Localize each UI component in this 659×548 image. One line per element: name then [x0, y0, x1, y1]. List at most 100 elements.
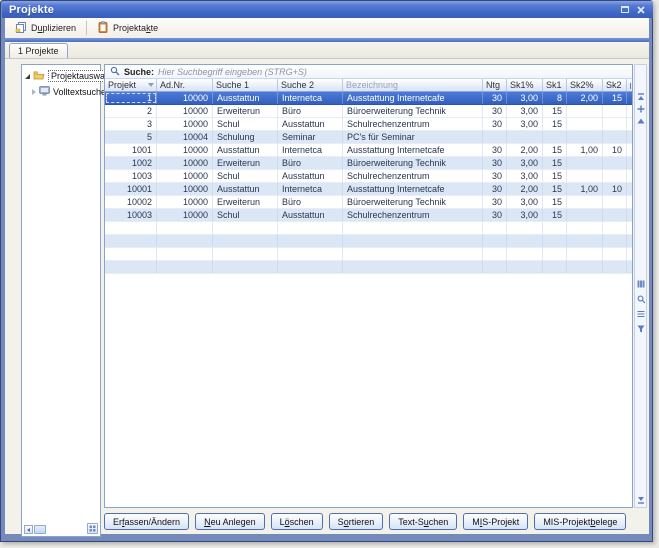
cell-suche-2[interactable] — [278, 235, 343, 247]
table-row[interactable]: 1000110000AusstattunInternetcaAusstattun… — [105, 183, 632, 196]
column-header-sk2-[interactable]: Sk2% — [567, 79, 603, 91]
cell-ntg[interactable]: 30 — [483, 183, 507, 195]
cell-sk2[interactable] — [603, 222, 627, 234]
cell-sk1[interactable]: 8 — [543, 92, 567, 104]
cell-sk2[interactable] — [603, 261, 627, 273]
cell-sk2[interactable]: 10 — [603, 183, 627, 195]
cell-sk1[interactable]: 15 — [543, 170, 567, 182]
cell-projekt[interactable]: 10003 — [105, 209, 157, 221]
cell-ad-nr-[interactable] — [157, 261, 213, 273]
cell-bezeichnung[interactable]: Schulrechenzentrum — [343, 209, 483, 221]
cell-bezeichnung[interactable]: Ausstattung Internetcafe — [343, 92, 483, 104]
table-row[interactable]: 310000SchulAusstattunSchulrechenzentrum3… — [105, 118, 632, 131]
tree-corner-button[interactable] — [87, 523, 98, 534]
cell-sk1[interactable]: 15 — [543, 196, 567, 208]
scroll-bottom-icon[interactable] — [636, 495, 646, 505]
cell-ad-nr-[interactable] — [157, 222, 213, 234]
cell-ad-nr-[interactable]: 10000 — [157, 196, 213, 208]
cell-bezeichnung[interactable]: Ausstattung Internetcafe — [343, 183, 483, 195]
titlebar[interactable]: Projekte — [2, 1, 653, 18]
table-row[interactable]: 1000310000SchulAusstattunSchulrechenzent… — [105, 209, 632, 222]
cell-suche-1[interactable] — [213, 235, 278, 247]
cell-sk1[interactable] — [543, 248, 567, 260]
cell-suche-1[interactable]: Ausstattun — [213, 92, 278, 104]
cell-suche-2[interactable]: Büro — [278, 105, 343, 117]
table-row[interactable]: 100210000ErweiterunBüroBüroerweiterung T… — [105, 157, 632, 170]
projektakte-button[interactable]: Projektakte — [91, 18, 164, 38]
collapsed-arrow-icon[interactable] — [32, 89, 36, 95]
empty-row[interactable] — [105, 235, 632, 248]
sort-desc-icon[interactable] — [148, 83, 154, 87]
column-header-projekt[interactable]: Projekt — [105, 79, 157, 91]
cell-sk1-[interactable]: 3,00 — [507, 157, 543, 169]
cell-projekt[interactable]: 5 — [105, 131, 157, 143]
cell-sk1[interactable]: 15 — [543, 209, 567, 221]
cell-ntg[interactable] — [483, 261, 507, 273]
tree-label-volltextsuche[interactable]: Volltextsuche — [53, 87, 106, 97]
cell-suche-2[interactable]: Ausstattun — [278, 170, 343, 182]
cell-projekt[interactable]: 2 — [105, 105, 157, 117]
cell-projekt[interactable]: 1 — [105, 92, 157, 104]
restore-icon[interactable] — [619, 5, 630, 15]
cell-ad-nr-[interactable] — [157, 248, 213, 260]
cell-sk2[interactable]: 10 — [603, 144, 627, 156]
cell-ntg[interactable]: 30 — [483, 144, 507, 156]
cell-suche-1[interactable]: Erweiterun — [213, 196, 278, 208]
cell-sk2[interactable] — [603, 170, 627, 182]
cell-sk1[interactable]: 15 — [543, 183, 567, 195]
cell-bezeichnung[interactable]: Büroerweiterung Technik — [343, 105, 483, 117]
cell-suche-2[interactable]: Büro — [278, 157, 343, 169]
cell-ad-nr-[interactable]: 10000 — [157, 118, 213, 130]
cell-sk2-[interactable] — [567, 170, 603, 182]
cell-projekt[interactable]: 10002 — [105, 196, 157, 208]
cell-sk2-[interactable] — [567, 118, 603, 130]
cell-sk1-[interactable] — [507, 248, 543, 260]
erfassen-aendern-button[interactable]: Erfassen/Ändern — [104, 513, 189, 530]
cell-sk2-[interactable] — [567, 196, 603, 208]
cell-sk1-[interactable] — [507, 261, 543, 273]
cell-suche-1[interactable] — [213, 261, 278, 273]
empty-row[interactable] — [105, 261, 632, 274]
scrollbar-thumb[interactable] — [34, 525, 46, 534]
cell-sk1[interactable] — [543, 131, 567, 143]
cell-projekt[interactable]: 1001 — [105, 144, 157, 156]
tree-item-volltextsuche[interactable]: Volltextsuche — [22, 85, 100, 99]
cell-suche-1[interactable]: Schulung — [213, 131, 278, 143]
column-header-ntg[interactable]: Ntg — [483, 79, 507, 91]
cell-suche-1[interactable] — [213, 248, 278, 260]
cell-ad-nr-[interactable]: 10000 — [157, 170, 213, 182]
cell-projekt[interactable] — [105, 248, 157, 260]
cell-sk2[interactable] — [603, 131, 627, 143]
mis-projekt-button[interactable]: MIS-Projekt — [463, 513, 528, 530]
column-header-suche-2[interactable]: Suche 2 — [278, 79, 343, 91]
cell-sk1[interactable]: 15 — [543, 118, 567, 130]
cell-projekt[interactable] — [105, 235, 157, 247]
cell-sk2[interactable]: 15 — [603, 92, 627, 104]
cell-suche-1[interactable]: Schul — [213, 170, 278, 182]
cell-ntg[interactable]: 30 — [483, 105, 507, 117]
cell-bezeichnung[interactable] — [343, 248, 483, 260]
cell-suche-1[interactable]: Schul — [213, 118, 278, 130]
cell-ad-nr-[interactable]: 10000 — [157, 144, 213, 156]
cell-sk2[interactable] — [603, 196, 627, 208]
cell-suche-2[interactable]: Ausstattun — [278, 118, 343, 130]
cell-sk2-[interactable] — [567, 157, 603, 169]
cell-projekt[interactable] — [105, 222, 157, 234]
cell-bezeichnung[interactable] — [343, 235, 483, 247]
cell-suche-2[interactable]: Internetca — [278, 144, 343, 156]
cell-suche-2[interactable]: Internetca — [278, 183, 343, 195]
grid-search-bar[interactable]: Suche: Hier Suchbegriff eingeben (STRG+S… — [105, 65, 632, 79]
cell-sk1[interactable] — [543, 261, 567, 273]
cell-sk2-[interactable] — [567, 235, 603, 247]
cell-bezeichnung[interactable]: Schulrechenzentrum — [343, 170, 483, 182]
column-header-sk2[interactable]: Sk2 — [603, 79, 627, 91]
text-suchen-button[interactable]: Text-Suchen — [389, 513, 457, 530]
cell-ntg[interactable]: 30 — [483, 157, 507, 169]
cell-projekt[interactable]: 10001 — [105, 183, 157, 195]
table-row[interactable]: 110000AusstattunInternetcaAusstattung In… — [105, 92, 632, 105]
cell-ntg[interactable]: 30 — [483, 170, 507, 182]
cell-suche-1[interactable]: Erweiterun — [213, 105, 278, 117]
cell-sk1[interactable]: 15 — [543, 105, 567, 117]
cell-suche-1[interactable]: Erweiterun — [213, 157, 278, 169]
cell-sk1-[interactable]: 2,00 — [507, 183, 543, 195]
